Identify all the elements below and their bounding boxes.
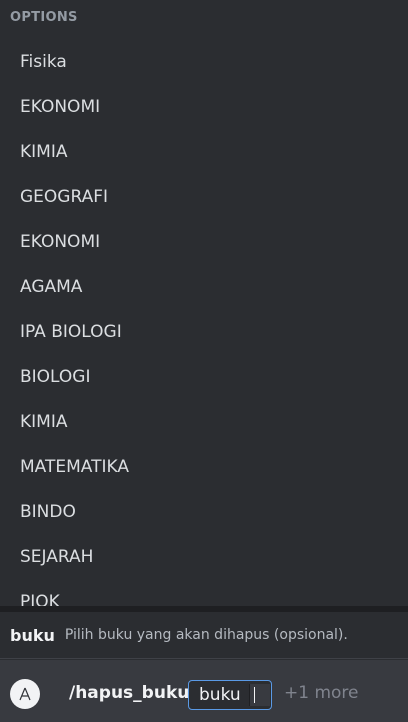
option-item-bindo[interactable]: BINDO bbox=[0, 490, 408, 535]
hint-param-name: buku bbox=[10, 625, 55, 645]
option-item-kimia-2[interactable]: KIMIA bbox=[0, 400, 408, 445]
options-panel: OPTIONS Fisika EKONOMI KIMIA GEOGRAFI EK… bbox=[0, 0, 408, 606]
options-list: Fisika EKONOMI KIMIA GEOGRAFI EKONOMI AG… bbox=[0, 40, 408, 606]
command-input-bar[interactable]: /hapus_buku buku +1 more bbox=[0, 660, 408, 722]
option-item-matematika[interactable]: MATEMATIKA bbox=[0, 445, 408, 490]
command-name: /hapus_buku bbox=[69, 683, 190, 703]
options-header: OPTIONS bbox=[10, 10, 78, 25]
parameter-hint: buku Pilih buku yang akan dihapus (opsio… bbox=[0, 612, 408, 659]
more-params-label[interactable]: +1 more bbox=[284, 683, 359, 703]
option-item-ipa-biologi[interactable]: IPA BIOLOGI bbox=[0, 310, 408, 355]
option-item-ekonomi-2[interactable]: EKONOMI bbox=[0, 220, 408, 265]
hint-param-description: Pilih buku yang akan dihapus (opsional). bbox=[64, 627, 348, 643]
option-item-geografi[interactable]: GEOGRAFI bbox=[0, 175, 408, 220]
option-item-biologi[interactable]: BIOLOGI bbox=[0, 355, 408, 400]
param-label: buku bbox=[199, 685, 241, 705]
option-item-sejarah[interactable]: SEJARAH bbox=[0, 535, 408, 580]
option-item-pjok[interactable]: PJOK bbox=[0, 580, 408, 606]
param-chip-buku[interactable]: buku bbox=[188, 680, 272, 710]
bot-avatar-icon bbox=[10, 679, 40, 709]
option-item-fisika[interactable]: Fisika bbox=[0, 40, 408, 85]
param-value-input[interactable] bbox=[249, 684, 270, 706]
text-caret bbox=[254, 687, 255, 703]
option-item-agama[interactable]: AGAMA bbox=[0, 265, 408, 310]
option-item-ekonomi[interactable]: EKONOMI bbox=[0, 85, 408, 130]
option-item-kimia[interactable]: KIMIA bbox=[0, 130, 408, 175]
